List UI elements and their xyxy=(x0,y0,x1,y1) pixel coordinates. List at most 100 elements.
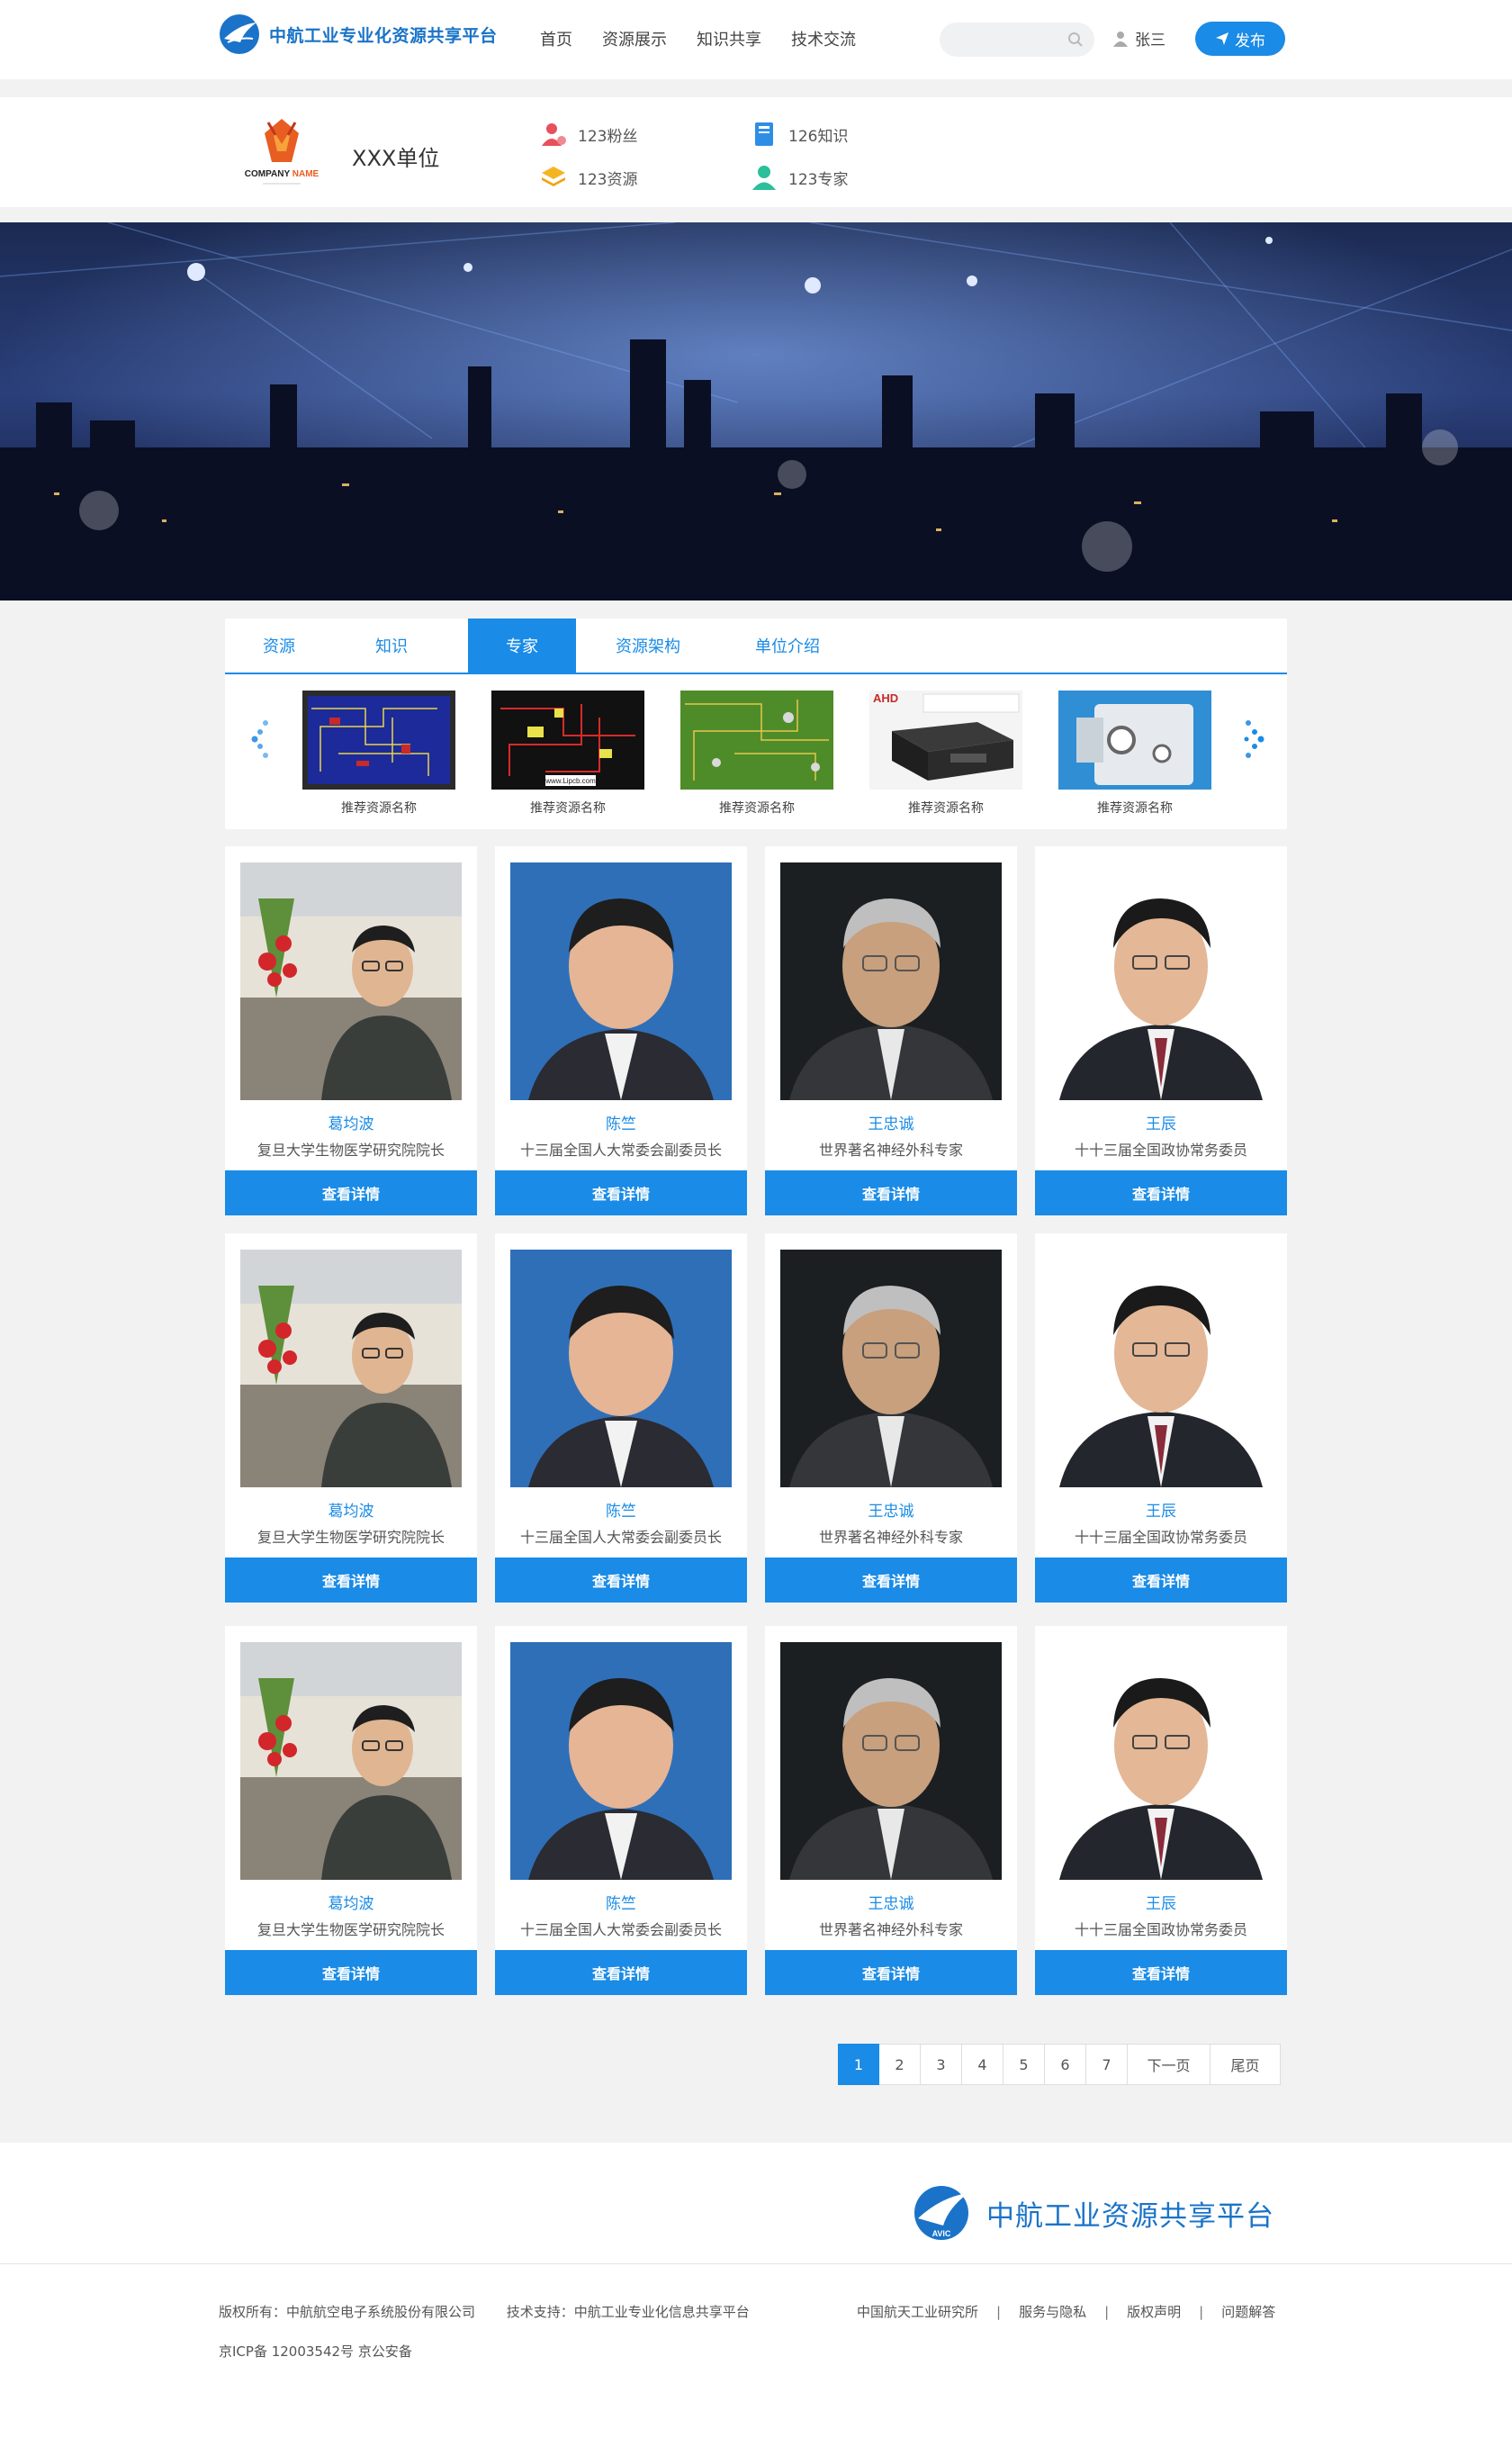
expert-name[interactable]: 葛均波 xyxy=(225,1111,477,1133)
search-input[interactable] xyxy=(940,23,1094,57)
fans-count: 123粉丝 xyxy=(578,127,638,146)
footer-link-privacy[interactable]: 服务与隐私 xyxy=(1019,2292,1086,2332)
footer-link-separator: | xyxy=(996,2304,1002,2320)
expert-photo xyxy=(1050,862,1272,1100)
carousel-item[interactable]: www.Lipcb.com 推荐资源名称 xyxy=(491,691,644,817)
expert-name[interactable]: 陈竺 xyxy=(495,1891,747,1913)
nav-resources[interactable]: 资源展示 xyxy=(602,27,667,50)
user-menu[interactable]: 张三 xyxy=(1113,27,1166,50)
view-details-button[interactable]: 查看详情 xyxy=(765,1558,1017,1603)
expert-photo xyxy=(780,1250,1002,1487)
footer-link-copyright[interactable]: 版权声明 xyxy=(1127,2292,1181,2332)
user-icon xyxy=(1113,31,1128,47)
footer-link-faq[interactable]: 问题解答 xyxy=(1221,2292,1275,2332)
expert-title: 十三届全国人大常委会副委员长 xyxy=(519,1529,722,1546)
expert-photo xyxy=(780,862,1002,1100)
expert-name[interactable]: 王辰 xyxy=(1035,1111,1287,1133)
user-name: 张三 xyxy=(1135,32,1166,50)
footer-link-separator: | xyxy=(1199,2304,1204,2320)
expert-title: 十十三届全国政协常务委员 xyxy=(1074,1529,1247,1546)
expert-name[interactable]: 王忠诚 xyxy=(765,1111,1017,1133)
footer: AVIC 中航工业资源共享平台 版权所有：中航航空电子系统股份有限公司 技术支持… xyxy=(0,2143,1512,2447)
tab-resources[interactable]: 资源 xyxy=(225,619,333,673)
carousel-item[interactable]: 推荐资源名称 xyxy=(302,691,455,817)
publish-button[interactable]: 发布 xyxy=(1195,22,1285,56)
site-logo[interactable]: 中航工业专业化资源共享平台 xyxy=(217,12,498,57)
next-page-button[interactable]: 下一页 xyxy=(1128,2044,1210,2085)
nav-tech-exchange[interactable]: 技术交流 xyxy=(791,27,856,50)
stat-fans: 123粉丝 xyxy=(540,121,637,148)
footer-link-institute[interactable]: 中国航天工业研究所 xyxy=(857,2292,978,2332)
expert-title: 十三届全国人大常委会副委员长 xyxy=(519,1921,722,1938)
tech-support-text: 技术支持：中航工业专业化信息共享平台 xyxy=(506,2304,750,2320)
page-5-button[interactable]: 5 xyxy=(1004,2044,1045,2085)
stat-knowledge: 126知识 xyxy=(751,121,848,148)
view-details-button[interactable]: 查看详情 xyxy=(495,1558,747,1603)
page-1-button[interactable]: 1 xyxy=(838,2044,879,2085)
view-details-button[interactable]: 查看详情 xyxy=(1035,1558,1287,1603)
carousel-prev-icon[interactable] xyxy=(248,716,274,761)
expert-photo xyxy=(240,1642,462,1880)
pcb-red-board-image: www.Lipcb.com xyxy=(491,691,644,790)
mechanical-part-image xyxy=(1058,691,1211,790)
nav-home[interactable]: 首页 xyxy=(540,27,572,50)
carousel-item-caption: 推荐资源名称 xyxy=(719,801,795,816)
view-details-button[interactable]: 查看详情 xyxy=(1035,1950,1287,1995)
expert-name[interactable]: 王辰 xyxy=(1035,1498,1287,1521)
view-details-button[interactable]: 查看详情 xyxy=(495,1950,747,1995)
view-details-button[interactable]: 查看详情 xyxy=(765,1170,1017,1215)
knowledge-count: 126知识 xyxy=(788,127,849,146)
view-details-button[interactable]: 查看详情 xyxy=(765,1950,1017,1995)
fans-icon xyxy=(542,123,566,146)
hardware-device-image: AHD xyxy=(869,691,1022,790)
resources-count: 123资源 xyxy=(578,170,638,189)
view-details-button[interactable]: 查看详情 xyxy=(225,1950,477,1995)
pcb-green-board-image xyxy=(680,691,833,790)
page-3-button[interactable]: 3 xyxy=(921,2044,962,2085)
expert-card: 王忠诚 世界著名神经外科专家 查看详情 xyxy=(765,1233,1017,1603)
expert-card: 葛均波 复旦大学生物医学研究院院长 查看详情 xyxy=(225,1233,477,1603)
view-details-button[interactable]: 查看详情 xyxy=(1035,1170,1287,1215)
page-7-button[interactable]: 7 xyxy=(1086,2044,1128,2085)
expert-photo xyxy=(1050,1250,1272,1487)
expert-photo xyxy=(780,1642,1002,1880)
view-details-button[interactable]: 查看详情 xyxy=(225,1558,477,1603)
nav-knowledge[interactable]: 知识共享 xyxy=(697,27,761,50)
expert-name[interactable]: 王忠诚 xyxy=(765,1498,1017,1521)
view-details-button[interactable]: 查看详情 xyxy=(495,1170,747,1215)
carousel-item[interactable]: 推荐资源名称 xyxy=(680,691,833,817)
carousel-item[interactable]: AHD 推荐资源名称 xyxy=(869,691,1022,817)
expert-name[interactable]: 葛均波 xyxy=(225,1891,477,1913)
expert-name[interactable]: 王辰 xyxy=(1035,1891,1287,1913)
expert-card: 王辰 十十三届全国政协常务委员 查看详情 xyxy=(1035,1626,1287,1995)
icp-text: 京ICP备 12003542号 京公安备 xyxy=(219,2343,412,2360)
expert-name[interactable]: 陈竺 xyxy=(495,1111,747,1133)
tab-organization-intro[interactable]: 单位介绍 xyxy=(724,619,850,673)
tab-experts[interactable]: 专家 xyxy=(468,619,576,673)
expert-card: 陈竺 十三届全国人大常委会副委员长 查看详情 xyxy=(495,1233,747,1603)
carousel-item[interactable]: 推荐资源名称 xyxy=(1058,691,1211,817)
expert-name[interactable]: 陈竺 xyxy=(495,1498,747,1521)
view-details-button[interactable]: 查看详情 xyxy=(225,1170,477,1215)
footer-info: 版权所有：中航航空电子系统股份有限公司 技术支持：中航工业专业化信息共享平台 京… xyxy=(219,2292,777,2371)
footer-links: 中国航天工业研究所 | 服务与隐私 | 版权声明 | 问题解答 xyxy=(857,2292,1275,2332)
tab-resource-architecture[interactable]: 资源架构 xyxy=(585,619,711,673)
pcb-blue-board-image xyxy=(302,691,455,790)
expert-name[interactable]: 葛均波 xyxy=(225,1498,477,1521)
expert-photo xyxy=(240,862,462,1100)
expert-title: 世界著名神经外科专家 xyxy=(818,1142,963,1159)
carousel-item-overlay-text: www.Lipcb.com xyxy=(544,777,596,785)
page-6-button[interactable]: 6 xyxy=(1045,2044,1086,2085)
avic-logo-text: AVIC xyxy=(932,2229,951,2238)
carousel-next-icon[interactable] xyxy=(1239,716,1266,761)
last-page-button[interactable]: 尾页 xyxy=(1210,2044,1281,2085)
footer-brand-title: 中航工业资源共享平台 xyxy=(986,2199,1274,2233)
expert-name[interactable]: 王忠诚 xyxy=(765,1891,1017,1913)
page-2-button[interactable]: 2 xyxy=(879,2044,921,2085)
search-icon[interactable] xyxy=(1067,32,1084,48)
expert-card: 陈竺 十三届全国人大常委会副委员长 查看详情 xyxy=(495,1626,747,1995)
tab-knowledge[interactable]: 知识 xyxy=(338,619,446,673)
tab-bar: 资源 知识 专家 资源架构 单位介绍 xyxy=(225,619,1287,674)
footer-brand[interactable]: AVIC 中航工业资源共享平台 xyxy=(909,2181,1274,2245)
page-4-button[interactable]: 4 xyxy=(962,2044,1004,2085)
